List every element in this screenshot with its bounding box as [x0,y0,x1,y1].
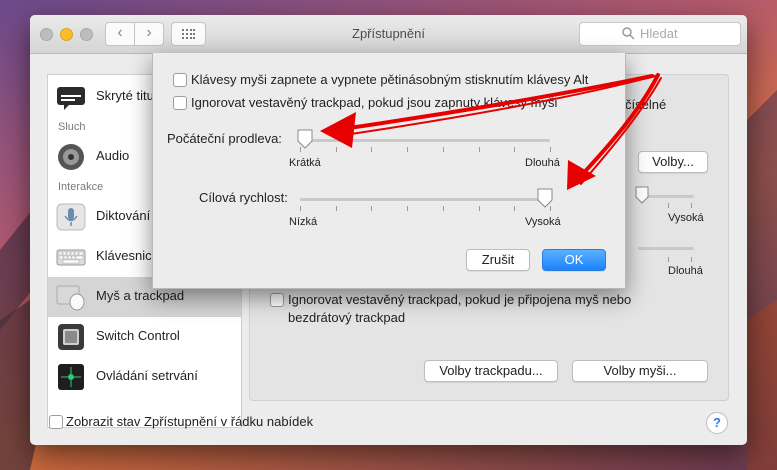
slider-tick [407,206,409,211]
max-speed-slider-thumb[interactable] [537,188,553,208]
slider-thumb[interactable] [635,186,649,204]
slider-tick [335,147,337,152]
ok-button[interactable]: OK [542,249,606,271]
max-speed-min-label: Nízká [289,216,318,228]
slider-tick [407,147,409,152]
slider-tick [300,147,301,152]
initial-delay-min-label: Krátká [289,157,321,169]
slider-tick [300,206,301,211]
speaker-icon [58,144,84,170]
sidebar-item-label: Myš a trackpad [96,288,185,303]
menu-bar-status-label: Zobrazit stav Zpřístupnění v řádku nabíd… [66,414,314,429]
initial-delay-track [300,139,550,142]
slider-tick [668,203,669,208]
mouse-trackpad-icon [56,285,85,311]
menu-bar-status-checkbox[interactable] [49,415,63,429]
max-speed-track [300,198,550,201]
dwell-control-icon [58,364,84,390]
slider-tick [335,206,337,211]
captions-icon [57,87,85,110]
microphone-icon [56,203,86,231]
sidebar-item-label: Audio [96,148,130,163]
ignore-trackpad-mouse-keys-label: Ignorovat vestavěný trackpad, pokud jsou… [191,95,558,110]
slider-tick [550,147,551,152]
sidebar-item-switch-control[interactable]: Switch Control [48,317,241,357]
sidebar-section-hearing: Sluch [58,121,86,133]
slider-tick [550,206,551,211]
search-placeholder: Hledat [640,26,678,41]
slider-tick [442,147,444,152]
title-bar: ‹ › Zpřístupnění Hledat [30,15,747,54]
slider-tick [668,257,669,262]
ignore-trackpad-label: Ignorovat vestavěný trackpad, pokud je p… [288,292,632,325]
max-speed-label: Cílová rychlost: [199,190,288,205]
ignore-trackpad-mouse-keys-checkbox[interactable] [173,96,187,110]
sidebar-item-dwell-control[interactable]: Ovládání setrvání [48,357,241,397]
mouse-keys-alt-label: Klávesy myši zapnete a vypnete pětinásob… [191,72,589,87]
mouse-keys-alt-checkbox[interactable] [173,73,187,87]
trackpad-options-button[interactable]: Volby trackpadu... [424,360,558,382]
mouse-options-button[interactable]: Volby myši... [572,360,708,382]
mouse-keys-options-sheet: Klávesy myši zapnete a vypnete pětinásob… [152,53,626,289]
slider-tick [514,147,516,152]
partial-label: číselné [625,97,667,112]
slider-tick [691,257,692,262]
sidebar-item-label: Diktování [96,208,151,223]
slider-tick [478,206,480,211]
sidebar-item-label: Switch Control [96,328,180,343]
slider-max-label: Dlouhá [668,265,703,277]
slider-tick [514,206,516,211]
sidebar-section-interaction: Interakce [58,181,104,193]
slider-tick [478,147,480,152]
switch-control-icon [58,324,84,350]
initial-delay-slider-thumb[interactable] [297,129,313,149]
initial-delay-max-label: Dlouhá [525,157,560,169]
options-button[interactable]: Volby... [638,151,708,173]
slider-tick [442,206,444,211]
slider-max-label: Vysoká [668,212,704,224]
search-icon [622,27,635,40]
ignore-trackpad-checkbox[interactable] [270,293,284,307]
sidebar-item-label: Ovládání setrvání [96,368,198,383]
keyboard-icon [56,249,86,266]
max-speed-max-label: Vysoká [525,216,561,228]
initial-delay-label: Počáteční prodleva: [167,131,282,146]
slider-tick [691,203,692,208]
slider-tick [371,206,373,211]
sidebar-item-label: Klávesnice [96,248,159,263]
search-field[interactable]: Hledat [579,22,741,46]
cancel-button[interactable]: Zrušit [466,249,530,271]
slider-tick [371,147,373,152]
help-button[interactable]: ? [706,412,728,434]
slider-track [638,247,694,250]
